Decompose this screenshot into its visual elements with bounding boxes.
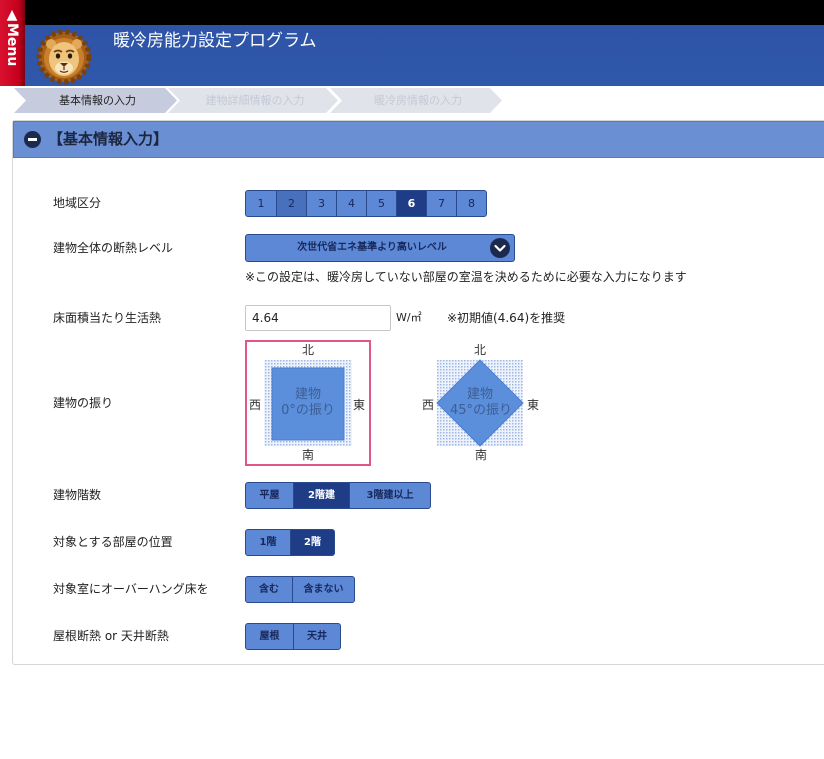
living-heat-unit: W/㎡ [396, 311, 422, 324]
living-heat-input[interactable] [245, 305, 391, 331]
overhang-option-exclude[interactable]: 含まない [292, 577, 354, 602]
step-heating-cooling[interactable]: 暖冷房情報の入力 [330, 88, 502, 113]
compass-south: 南 [302, 447, 314, 462]
row-insulation-note: ※この設定は、暖冷房していない部屋の室温を決めるために必要な入力になります [13, 270, 824, 284]
orientation-option-0deg[interactable]: 建物 0°の振り 北 南 西 東 [245, 340, 371, 466]
building-angle-label: 45°の振り [450, 403, 512, 418]
compass-east: 東 [527, 398, 539, 412]
row-room-position: 対象とする部屋の位置 1階 2階 [13, 529, 824, 556]
row-insulation: 建物全体の断熱レベル 次世代省エネ基準より高いレベル [13, 234, 824, 262]
building-angle-label: 0°の振り [281, 403, 335, 418]
overhang-label: 対象室にオーバーハング床を [53, 582, 209, 596]
orientation-label: 建物の振り [53, 396, 114, 410]
roof-option-roof[interactable]: 屋根 [246, 624, 293, 649]
room-position-button-group: 1階 2階 [245, 529, 335, 556]
region-option-1[interactable]: 1 [246, 191, 276, 216]
building-label: 建物 [295, 387, 321, 402]
panel-header[interactable]: 【基本情報入力】 [13, 121, 824, 158]
region-button-group: 1 2 3 4 5 6 7 8 [245, 190, 487, 217]
roof-option-ceiling[interactable]: 天井 [293, 624, 340, 649]
floors-option-single[interactable]: 平屋 [246, 483, 293, 508]
compass-north: 北 [302, 343, 314, 357]
compass-west: 西 [422, 398, 434, 412]
region-option-8[interactable]: 8 [456, 191, 486, 216]
living-heat-label: 床面積当たり生活熱 [53, 311, 162, 325]
region-option-6[interactable]: 6 [396, 191, 426, 216]
row-roof: 屋根断熱 or 天井断熱 屋根 天井 [13, 623, 824, 650]
living-heat-note: ※初期値(4.64)を推奨 [447, 311, 566, 325]
minus-circle-icon[interactable] [24, 131, 41, 148]
minus-bar [28, 138, 37, 141]
step-basic-info[interactable]: 基本情報の入力 [14, 88, 177, 113]
overhang-button-group: 含む 含まない [245, 576, 355, 603]
compass-south: 南 [475, 447, 487, 462]
chevron-down-icon[interactable] [490, 238, 510, 258]
row-region: 地域区分 1 2 3 4 5 6 7 8 [13, 190, 824, 217]
region-label: 地域区分 [53, 196, 102, 210]
lion-logo [36, 29, 92, 85]
row-living-heat: 床面積当たり生活熱 W/㎡ ※初期値(4.64)を推奨 [13, 305, 824, 331]
room-position-option-1f[interactable]: 1階 [246, 530, 290, 555]
row-floors: 建物階数 平屋 2階建 3階建以上 [13, 482, 824, 509]
lion-eye-right [67, 53, 73, 59]
overhang-option-include[interactable]: 含む [246, 577, 292, 602]
region-option-7[interactable]: 7 [426, 191, 456, 216]
app-header: 暖冷房能力設定プログラム [0, 25, 824, 86]
compass-north: 北 [474, 343, 486, 357]
row-overhang: 対象室にオーバーハング床を 含む 含まない [13, 576, 824, 603]
room-position-label: 対象とする部屋の位置 [53, 535, 173, 549]
floors-option-three-plus[interactable]: 3階建以上 [349, 483, 430, 508]
section-title: 【基本情報入力】 [48, 130, 169, 148]
building-label: 建物 [467, 387, 493, 402]
region-option-2[interactable]: 2 [276, 191, 306, 216]
insulation-note: ※この設定は、暖冷房していない部屋の室温を決めるために必要な入力になります [245, 270, 687, 284]
region-option-4[interactable]: 4 [336, 191, 366, 216]
orientation-diagram-0deg: 建物 0°の振り 北 南 西 東 [249, 343, 365, 462]
menu-tab[interactable]: ▲Menu [0, 0, 25, 86]
floors-option-two[interactable]: 2階建 [293, 483, 349, 508]
room-position-option-2f[interactable]: 2階 [290, 530, 334, 555]
basic-info-panel: 【基本情報入力】 地域区分 1 2 3 4 5 6 7 8 建物全体の断熱レベル… [12, 120, 824, 665]
app-title: 暖冷房能力設定プログラム [113, 31, 317, 51]
compass-east: 東 [353, 398, 365, 412]
step-building-detail[interactable]: 建物詳細情報の入力 [168, 88, 338, 113]
orientation-diagram-45deg: 建物 45°の振り 北 南 西 東 [422, 343, 539, 462]
top-black-bar [0, 0, 824, 25]
compass-west: 西 [249, 398, 261, 412]
roof-button-group: 屋根 天井 [245, 623, 341, 650]
region-option-5[interactable]: 5 [366, 191, 396, 216]
floors-button-group: 平屋 2階建 3階建以上 [245, 482, 431, 509]
orientation-option-45deg[interactable]: 建物 45°の振り 北 南 西 東 [417, 340, 543, 466]
region-option-3[interactable]: 3 [306, 191, 336, 216]
insulation-select[interactable]: 次世代省エネ基準より高いレベル [245, 234, 515, 262]
insulation-selected-value: 次世代省エネ基準より高いレベル [297, 242, 447, 253]
row-orientation: 建物の振り 建物 0°の振り 北 南 西 東 建物 45°の振り 北 南 西 東 [13, 340, 824, 466]
insulation-label: 建物全体の断熱レベル [53, 241, 174, 255]
lion-eye-left [55, 53, 61, 59]
menu-tab-label: ▲Menu [4, 7, 20, 67]
roof-label: 屋根断熱 or 天井断熱 [53, 629, 169, 643]
floors-label: 建物階数 [53, 488, 102, 502]
